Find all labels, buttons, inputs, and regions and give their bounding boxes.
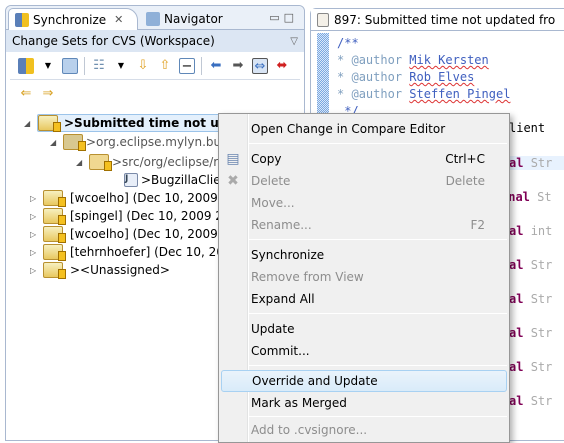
tab-navigator[interactable]: Navigator: [140, 8, 250, 30]
menu-item-copy[interactable]: ▤ Copy Ctrl+C: [221, 148, 507, 170]
tree-item[interactable]: ◢ >org.eclipse.mylyn.bug: [50, 133, 229, 151]
dropdown-arrow-icon[interactable]: ▼: [40, 58, 56, 74]
expanded-icon[interactable]: ◢: [50, 138, 60, 147]
both-modes-icon[interactable]: ⇔: [252, 57, 268, 74]
tree-item[interactable]: ▷ ><Unassigned>: [30, 261, 170, 279]
change-set-icon: [38, 115, 61, 132]
pin-icon[interactable]: [62, 57, 78, 74]
code-fragment: al Str: [509, 258, 553, 272]
menu-item-expand-all[interactable]: Expand All: [221, 288, 507, 310]
change-set-icon: [43, 262, 66, 279]
collapsed-icon[interactable]: ▷: [30, 248, 40, 257]
code-fragment: al Str: [509, 394, 553, 408]
tree-item-label: >BugzillaClier: [141, 173, 226, 187]
tree-item-label: ><Unassigned>: [70, 263, 170, 277]
incoming-mode-icon[interactable]: ➡: [230, 58, 246, 74]
code-fragment: lient: [509, 121, 546, 135]
collapsed-icon[interactable]: ▷: [30, 194, 40, 203]
menu-item-mark-as-merged[interactable]: Mark as Merged: [221, 392, 507, 414]
tree-item[interactable]: J >BugzillaClier: [124, 171, 226, 189]
editor-tab-title: 897: Submitted time not updated fro: [334, 12, 556, 27]
collapsed-icon[interactable]: ▷: [30, 266, 40, 275]
collapsed-icon[interactable]: ▷: [30, 212, 40, 221]
synchronize-icon[interactable]: [18, 57, 34, 74]
folder-icon: [89, 154, 112, 171]
menu-item-open-in-compare-editor[interactable]: Open Change in Compare Editor: [221, 118, 507, 140]
menu-separator: [249, 416, 507, 417]
tree-item[interactable]: ▷ [wcoelho] (Dec 10, 2009 1:43: [30, 189, 249, 207]
menu-item-rename[interactable]: Rename... F2: [221, 214, 507, 236]
dropdown-arrow-icon[interactable]: ▼: [113, 58, 129, 74]
code-fragment: al Str: [509, 156, 564, 170]
previous-arrow-icon[interactable]: ⇧: [157, 58, 173, 74]
separator: [201, 56, 202, 75]
view-menu-icon[interactable]: ▽: [290, 36, 298, 47]
tree-item[interactable]: ◢ >Submitted time not upda: [24, 114, 250, 132]
code-fragment: al Str: [509, 326, 553, 340]
copy-icon: ▤: [226, 151, 240, 167]
expanded-icon[interactable]: ◢: [24, 119, 34, 128]
menu-item-override-and-update[interactable]: Override and Update: [221, 370, 507, 392]
menu-separator: [249, 365, 507, 366]
change-set-icon: [43, 190, 66, 207]
menu-item-add-to-cvsignore[interactable]: Add to .cvsignore...: [221, 419, 507, 441]
tree-item[interactable]: ▷ [spingel] (Dec 10, 2009 2:51:: [30, 207, 246, 225]
next-arrow-icon[interactable]: ⇩: [135, 58, 151, 74]
toolbar: ▼ ☷ ▼ ⇩ ⇧ − ⬅ ➡ ⇔ ⬌: [10, 52, 300, 80]
context-menu: Open Change in Compare Editor ▤ Copy Ctrl+…: [218, 113, 510, 443]
tab-label: Synchronize: [33, 12, 107, 27]
expanded-icon[interactable]: ◢: [76, 158, 86, 167]
change-set-icon: [43, 208, 66, 225]
menu-item-delete[interactable]: ✖ Delete Delete: [221, 170, 507, 192]
change-set-icon: [43, 226, 66, 243]
task-icon: [317, 12, 329, 27]
synchronize-icon: [15, 12, 29, 27]
menu-item-commit[interactable]: Commit...: [221, 340, 507, 362]
tree-item[interactable]: ◢ >src/org/eclipse/r: [76, 153, 218, 171]
tree-item[interactable]: ▷ [wcoelho] (Dec 10, 2009 3:05: [30, 225, 249, 243]
menu-item-remove-from-view[interactable]: Remove from View: [221, 266, 507, 288]
editor-tab[interactable]: 897: Submitted time not updated fro: [311, 9, 564, 31]
code-fragment: al Str: [509, 360, 553, 374]
previous-change-icon[interactable]: ⇐: [18, 86, 34, 102]
code-fragment: al int: [509, 224, 553, 238]
separator: [84, 56, 85, 75]
toolbar-secondary: ⇐ ⇒: [10, 80, 300, 108]
change-set-icon: [43, 244, 66, 261]
collapse-all-icon[interactable]: −: [179, 57, 195, 74]
collapsed-icon[interactable]: ▷: [30, 230, 40, 239]
tree-item-label: >org.eclipse.mylyn.bug: [86, 135, 229, 149]
layout-icon[interactable]: ☷: [91, 58, 107, 74]
view-title: Change Sets for CVS (Workspace): [12, 34, 215, 48]
tree-item-label: >src/org/eclipse/r: [112, 155, 219, 169]
menu-item-synchronize[interactable]: Synchronize: [221, 244, 507, 266]
code-text[interactable]: /** * @author Mik Kersten * @author Rob …: [337, 35, 510, 120]
code-fragment: al Str: [509, 292, 553, 306]
view-tab-bar: Synchronize ✕ Navigator ▭□: [6, 6, 304, 30]
menu-item-move[interactable]: Move...: [221, 192, 507, 214]
minimize-maximize-icons[interactable]: ▭□: [269, 11, 298, 24]
close-icon[interactable]: ✕: [114, 13, 123, 26]
java-file-icon: J: [124, 173, 138, 187]
tab-synchronize[interactable]: Synchronize ✕: [8, 8, 138, 30]
conflicts-mode-icon[interactable]: ⬌: [274, 58, 290, 74]
view-header: Change Sets for CVS (Workspace) ▽: [6, 30, 304, 52]
tab-label: Navigator: [164, 12, 223, 26]
tree-item[interactable]: ▷ [tehrnhoefer] (Dec 10, 2009 :: [30, 243, 247, 261]
outgoing-mode-icon[interactable]: ⬅: [208, 58, 224, 74]
next-change-icon[interactable]: ⇒: [40, 86, 56, 102]
menu-separator: [249, 143, 507, 144]
navigator-icon: [146, 12, 160, 26]
menu-separator: [249, 239, 507, 240]
menu-separator: [249, 313, 507, 314]
delete-icon: ✖: [227, 173, 239, 189]
menu-item-update[interactable]: Update: [221, 318, 507, 340]
project-icon: [63, 134, 86, 151]
